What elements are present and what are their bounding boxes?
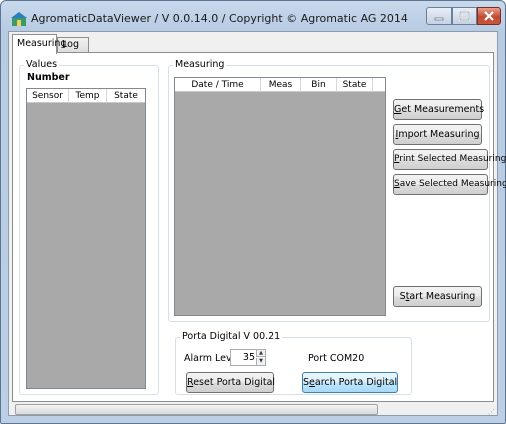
values-grid[interactable]: Sensor Temp State [26, 88, 146, 389]
porta-digital-group: Porta Digital V 00.21 Alarm Level 35 ▲ ▼… [175, 331, 412, 395]
button-label: arch Porta Digital [314, 377, 398, 388]
column-header-sensor[interactable]: Sensor [27, 89, 69, 103]
measuring-group-label: Measuring [173, 59, 227, 70]
progress-bar [15, 404, 378, 415]
column-header-date-time[interactable]: Date / Time [175, 78, 261, 92]
app-icon [11, 12, 27, 26]
print-selected-measuring-button[interactable]: Print Selected Measuring [393, 149, 506, 170]
values-grid-header: Sensor Temp State [27, 89, 145, 103]
spin-down-icon[interactable]: ▼ [256, 358, 265, 365]
column-header-bin[interactable]: Bin [301, 78, 337, 92]
port-label: Port COM20 [308, 353, 365, 364]
button-label: rint Selected Measuring [399, 154, 506, 164]
button-label: art Measuring [409, 291, 476, 302]
minimize-button[interactable] [426, 7, 452, 25]
search-porta-digital-button[interactable]: Search Porta Digital [302, 372, 398, 393]
app-window: AgromaticDataViewer / V 0.0.14.0 / Copyr… [0, 0, 506, 424]
values-group: Values Number Sensor Temp State [19, 59, 159, 395]
button-label: mport Measuring [398, 129, 480, 140]
status-bar: ⋰ [9, 404, 497, 416]
import-measuring-button[interactable]: Import Measuring [393, 124, 482, 145]
resize-grip-icon[interactable]: ⋰ [488, 408, 495, 416]
close-icon [484, 11, 494, 21]
title-bar[interactable]: AgromaticDataViewer / V 0.0.14.0 / Copyr… [1, 1, 505, 31]
spin-up-icon[interactable]: ▲ [256, 350, 265, 357]
alarm-level-spinner[interactable]: 35 ▲ ▼ [230, 349, 266, 366]
get-measurements-button[interactable]: Get Measurements [393, 99, 485, 120]
maximize-button[interactable] [452, 7, 477, 25]
column-header-temp[interactable]: Temp [69, 89, 107, 103]
button-label: ave Selected Measuring [399, 179, 506, 189]
measuring-grid-header: Date / Time Meas Bin State [175, 78, 385, 92]
column-header-meas[interactable]: Meas [261, 78, 301, 92]
window-title: AgromaticDataViewer / V 0.0.14.0 / Copyr… [31, 12, 408, 25]
number-label: Number [27, 72, 70, 83]
reset-porta-digital-button[interactable]: Reset Porta Digital [186, 372, 276, 393]
measuring-group: Measuring Date / Time Meas Bin State Get… [168, 59, 506, 322]
minimize-icon [434, 17, 444, 21]
button-label: eset Porta Digital [193, 377, 276, 388]
porta-digital-group-label: Porta Digital V 00.21 [180, 331, 283, 342]
measuring-tab-page: Values Number Sensor Temp State Measurin… [12, 52, 506, 402]
measuring-grid[interactable]: Date / Time Meas Bin State [174, 77, 386, 316]
alarm-level-value[interactable]: 35 [243, 352, 255, 363]
button-label: et Measurements [401, 104, 485, 115]
save-selected-measuring-button[interactable]: Save Selected Measuring [393, 174, 506, 195]
column-header-state[interactable]: State [337, 78, 373, 92]
tab-measuring[interactable]: Measuring [12, 34, 66, 54]
maximize-icon [459, 11, 470, 21]
values-group-label: Values [24, 59, 60, 70]
close-button[interactable] [477, 7, 501, 25]
client-area: Measuring Log Values Number Sensor Temp … [8, 31, 506, 416]
start-measuring-button[interactable]: Start Measuring [393, 286, 482, 307]
column-header-state[interactable]: State [107, 89, 145, 103]
